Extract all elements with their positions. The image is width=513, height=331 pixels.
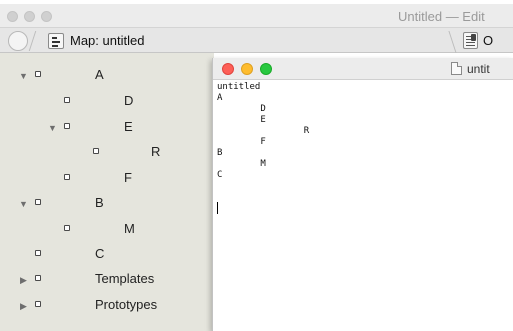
outline-item-label: C: [95, 246, 105, 261]
outline-item-label: B: [95, 195, 104, 210]
outline-pane: ▼ A D ▼ E R F ▼ B M C ▶ Templates ▶ Prot: [0, 53, 214, 331]
outline-item-label: A: [95, 67, 104, 82]
outline-tab-label[interactable]: O: [483, 33, 493, 48]
disclosure-triangle-expanded-icon[interactable]: ▼: [19, 199, 28, 209]
outline-row[interactable]: M: [0, 219, 214, 243]
outline-row[interactable]: C: [0, 244, 214, 268]
zoom-button[interactable]: [260, 63, 272, 75]
outline-item-label: R: [151, 144, 161, 159]
outline-item-label: M: [124, 221, 135, 236]
outline-item-label: Prototypes: [95, 297, 158, 312]
disclosure-triangle-collapsed-icon[interactable]: ▶: [20, 275, 27, 286]
outline-item-label: F: [124, 170, 132, 185]
note-bullet-icon: [35, 199, 41, 205]
note-bullet-icon: [35, 250, 41, 256]
note-bullet-icon: [64, 174, 70, 180]
outline-row[interactable]: ▶ Prototypes: [0, 295, 214, 319]
outline-item-label: D: [124, 93, 134, 108]
outline-item-label: E: [124, 119, 133, 134]
disclosure-triangle-expanded-icon[interactable]: ▼: [19, 71, 28, 81]
outline-row[interactable]: ▼ A: [0, 65, 214, 89]
map-tab-label[interactable]: Map: untitled: [70, 33, 144, 48]
window-titlebar[interactable]: Untitled — Edit: [0, 4, 513, 28]
note-bullet-icon: [93, 148, 99, 154]
outline-row[interactable]: R: [0, 142, 214, 166]
tab-separator-right: [448, 31, 457, 53]
disclosure-triangle-expanded-icon[interactable]: ▼: [48, 123, 57, 133]
preview-window: untit untitled A D E R F B M C: [212, 58, 513, 331]
preview-window-titlebar[interactable]: untit: [213, 58, 513, 80]
note-bullet-icon: [64, 225, 70, 231]
outline-row[interactable]: D: [0, 91, 214, 115]
outline-item-label: Templates: [95, 271, 155, 286]
outline-row[interactable]: ▼ B: [0, 193, 214, 217]
map-icon: [48, 33, 64, 49]
text-caret: [217, 202, 218, 214]
note-bullet-icon: [64, 97, 70, 103]
minimize-button[interactable]: [241, 63, 253, 75]
note-bullet-icon: [35, 301, 41, 307]
minimize-button-inactive[interactable]: [24, 11, 35, 22]
note-bullet-icon: [64, 123, 70, 129]
outline-row[interactable]: F: [0, 168, 214, 192]
close-button-inactive[interactable]: [7, 11, 18, 22]
outline-row[interactable]: ▼ E: [0, 117, 214, 141]
disclosure-triangle-collapsed-icon[interactable]: ▶: [20, 301, 27, 312]
zoom-button-inactive[interactable]: [41, 11, 52, 22]
tab-toggle-button[interactable]: [8, 31, 28, 51]
document-icon: [451, 62, 462, 75]
tab-separator: [28, 31, 37, 51]
outline-tab-icon: [463, 32, 478, 49]
tab-bar: Map: untitled O: [0, 28, 513, 53]
preview-window-title: untit: [467, 62, 490, 76]
note-bullet-icon: [35, 71, 41, 77]
text-editor[interactable]: untitled A D E R F B M C: [217, 82, 510, 327]
outline-row[interactable]: ▶ Templates: [0, 269, 214, 293]
close-button[interactable]: [222, 63, 234, 75]
note-bullet-icon: [35, 275, 41, 281]
window-title: Untitled — Edit: [398, 9, 485, 24]
